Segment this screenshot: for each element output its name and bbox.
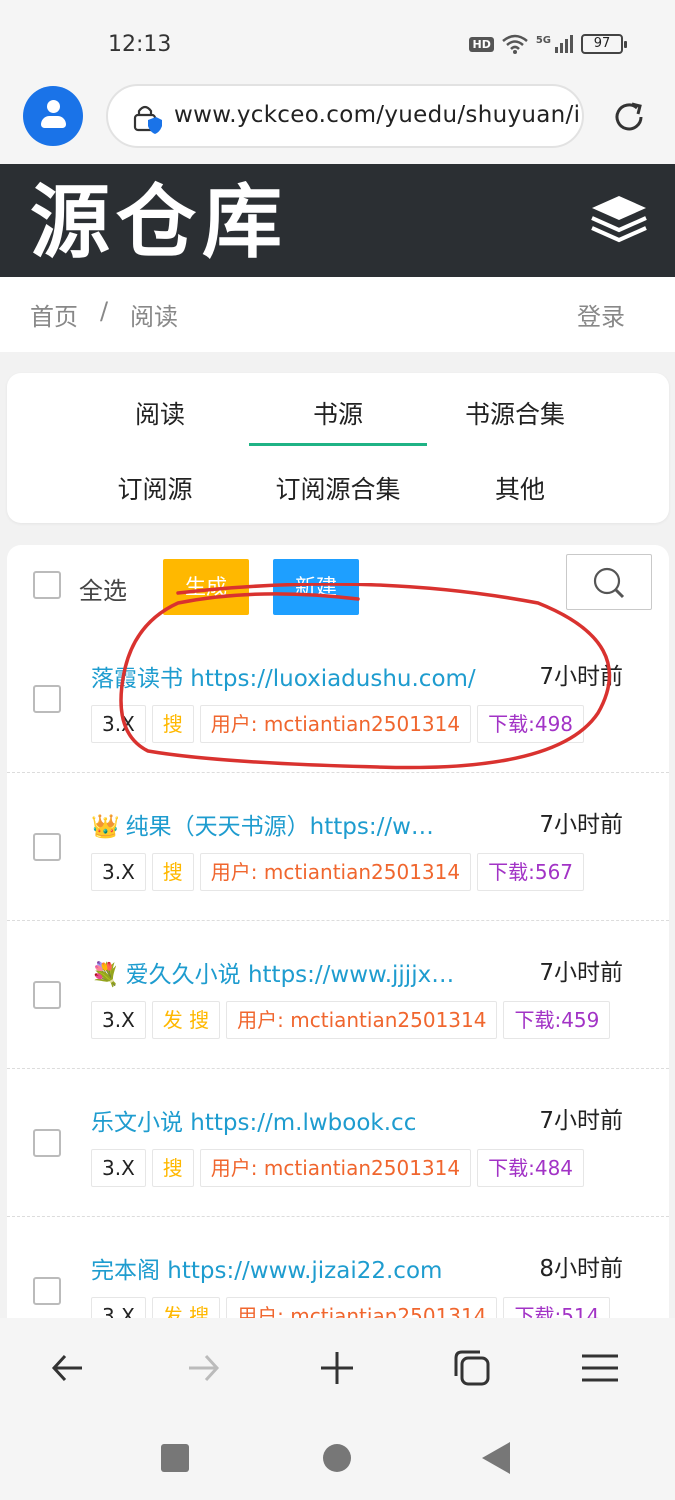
generate-button[interactable]: 生成 xyxy=(163,559,249,615)
download-tag[interactable]: 下载:498 xyxy=(477,705,585,743)
select-all-checkbox[interactable] xyxy=(33,571,61,599)
source-title-link[interactable]: 💐 爱久久小说 https://www.jjjjx… xyxy=(91,955,491,989)
search-tag: 搜 xyxy=(151,705,194,743)
active-tab-indicator xyxy=(249,443,427,446)
back-icon[interactable] xyxy=(48,1348,88,1388)
row-checkbox[interactable] xyxy=(33,1277,61,1305)
tab-reading[interactable]: 阅读 xyxy=(77,395,243,431)
forward-icon[interactable] xyxy=(183,1348,223,1388)
url-field[interactable]: www.yckceo.com/yuedu/shuyuan/index.html xyxy=(106,84,584,148)
list-item[interactable]: 💐 爱久久小说 https://www.jjjjx… 7小时前 3.X 发 搜 用… xyxy=(7,921,669,1069)
list-item[interactable]: 落霞读书 https://luoxiadushu.com/ 7小时前 3.X 搜… xyxy=(7,625,669,773)
search-tag: 发 搜 xyxy=(151,1001,221,1039)
select-all-label[interactable]: 全选 xyxy=(79,571,127,606)
tag-group: 3.X 搜 用户: mctiantian2501314 下载:567 xyxy=(91,853,585,891)
status-icons: HD 5G 97 xyxy=(469,34,627,54)
user-tag[interactable]: 用户: mctiantian2501314 xyxy=(199,1149,472,1187)
source-title-link[interactable]: 乐文小说 https://m.lwbook.cc xyxy=(91,1103,491,1137)
source-list: 全选 生成 新建 落霞读书 https://luoxiadushu.com/ 7… xyxy=(7,545,669,1345)
download-tag[interactable]: 下载:459 xyxy=(503,1001,611,1039)
wifi-icon xyxy=(502,34,528,54)
updated-time: 7小时前 xyxy=(539,664,623,690)
hd-icon: HD xyxy=(469,36,494,52)
user-tag[interactable]: 用户: mctiantian2501314 xyxy=(226,1001,498,1039)
updated-time: 7小时前 xyxy=(539,1108,623,1134)
download-tag[interactable]: 下载:567 xyxy=(477,853,585,891)
version-tag: 3.X xyxy=(91,1001,146,1039)
breadcrumb-home[interactable]: 首页 xyxy=(30,297,78,332)
row-checkbox[interactable] xyxy=(33,981,61,1009)
search-tag: 搜 xyxy=(151,1149,194,1187)
breadcrumb: 首页 / 阅读 登录 xyxy=(0,277,675,352)
site-header: 源仓库 xyxy=(0,164,675,277)
updated-time: 7小时前 xyxy=(539,960,623,986)
tag-group: 3.X 搜 用户: mctiantian2501314 下载:484 xyxy=(91,1149,585,1187)
menu-icon[interactable] xyxy=(580,1348,620,1388)
source-title-link[interactable]: 完本阁 https://www.jizai22.com xyxy=(91,1251,491,1285)
breadcrumb-separator: / xyxy=(100,297,109,325)
battery-icon: 97 xyxy=(581,34,627,54)
tab-other[interactable]: 其他 xyxy=(447,470,593,506)
category-tabs: 阅读 书源 书源合集 订阅源 订阅源合集 其他 xyxy=(7,373,669,523)
login-link[interactable]: 登录 xyxy=(577,297,625,332)
crown-icon: 👑 xyxy=(91,814,120,840)
status-bar: 12:13 HD 5G 97 xyxy=(0,0,675,84)
browser-toolbar: www.yckceo.com/yuedu/shuyuan/index.html xyxy=(0,84,675,164)
tab-subscription-collection[interactable]: 订阅源合集 xyxy=(249,470,427,506)
version-tag: 3.X xyxy=(91,853,146,891)
system-back-icon[interactable] xyxy=(482,1442,510,1474)
site-logo[interactable]: 源仓库 xyxy=(30,178,288,268)
tab-book-source-collection[interactable]: 书源合集 xyxy=(435,395,595,431)
tag-group: 3.X 发 搜 用户: mctiantian2501314 下载:459 xyxy=(91,1001,611,1039)
reload-icon[interactable] xyxy=(610,98,648,136)
version-tag: 3.X xyxy=(91,705,146,743)
search-tag: 搜 xyxy=(151,853,194,891)
bouquet-icon: 💐 xyxy=(91,962,120,988)
status-time: 12:13 xyxy=(108,32,172,57)
user-tag[interactable]: 用户: mctiantian2501314 xyxy=(199,705,472,743)
search-button[interactable] xyxy=(566,554,652,610)
version-tag: 3.X xyxy=(91,1149,146,1187)
secure-lock-icon[interactable] xyxy=(132,102,162,134)
row-checkbox[interactable] xyxy=(33,833,61,861)
updated-time: 7小时前 xyxy=(539,812,623,838)
tab-book-source[interactable]: 书源 xyxy=(249,395,427,431)
list-item[interactable]: 乐文小说 https://m.lwbook.cc 7小时前 3.X 搜 用户: … xyxy=(7,1069,669,1217)
system-navbar xyxy=(0,1420,675,1500)
search-icon xyxy=(593,567,625,599)
updated-time: 8小时前 xyxy=(539,1256,623,1282)
tabs-icon[interactable] xyxy=(452,1348,492,1388)
profile-avatar[interactable] xyxy=(23,86,83,146)
user-tag[interactable]: 用户: mctiantian2501314 xyxy=(199,853,472,891)
tag-group: 3.X 搜 用户: mctiantian2501314 下载:498 xyxy=(91,705,585,743)
new-button[interactable]: 新建 xyxy=(273,559,359,615)
layers-menu-icon[interactable] xyxy=(588,192,650,248)
signal-icon: 5G xyxy=(536,35,573,53)
row-checkbox[interactable] xyxy=(33,1129,61,1157)
recent-apps-icon[interactable] xyxy=(161,1444,189,1472)
row-checkbox[interactable] xyxy=(33,685,61,713)
home-icon[interactable] xyxy=(323,1444,351,1472)
browser-navbar xyxy=(0,1318,675,1420)
new-tab-icon[interactable] xyxy=(317,1348,357,1388)
tab-subscription[interactable]: 订阅源 xyxy=(77,470,233,506)
source-title-link[interactable]: 落霞读书 https://luoxiadushu.com/ xyxy=(91,659,491,693)
url-text: www.yckceo.com/yuedu/shuyuan/index.html xyxy=(174,102,582,128)
download-tag[interactable]: 下载:484 xyxy=(477,1149,585,1187)
list-item[interactable]: 👑 纯果（天天书源）https://w… 7小时前 3.X 搜 用户: mctia… xyxy=(7,773,669,921)
source-title-link[interactable]: 👑 纯果（天天书源）https://w… xyxy=(91,807,491,841)
breadcrumb-current[interactable]: 阅读 xyxy=(130,297,178,332)
